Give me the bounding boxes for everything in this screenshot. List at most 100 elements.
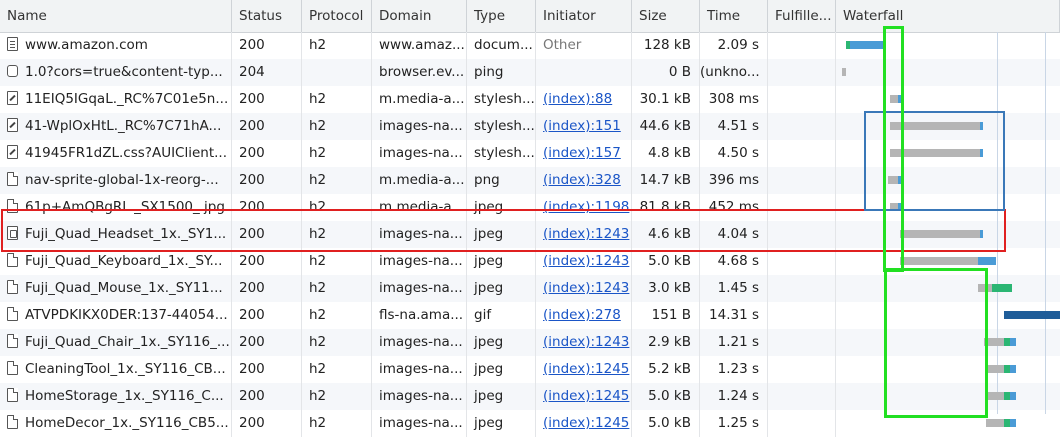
waterfall-bar[interactable] — [1010, 338, 1016, 346]
image-file-icon — [7, 388, 18, 402]
protocol-cell: h2 — [302, 329, 372, 356]
initiator-link[interactable]: (index):157 — [543, 145, 621, 161]
type-cell: stylesh... — [467, 86, 536, 113]
status-cell: 200 — [232, 329, 302, 356]
initiator-cell: (index):1243 — [536, 248, 632, 275]
initiator-cell — [536, 59, 632, 86]
column-header-time[interactable]: Time — [700, 0, 768, 32]
column-header-status[interactable]: Status — [232, 0, 302, 32]
waterfall-bar[interactable] — [1004, 311, 1060, 319]
waterfall-bar[interactable] — [986, 392, 1004, 400]
name-cell: Fuji_Quad_Chair_1x._SY116_... — [0, 329, 232, 356]
size-text: 128 kB — [643, 37, 691, 53]
initiator-link[interactable]: (index):1243 — [543, 253, 629, 269]
initiator-link[interactable]: (index):278 — [543, 307, 621, 323]
initiator-cell: (index):278 — [536, 302, 632, 329]
fulfilled-by-cell — [768, 167, 836, 194]
time-text: 1.45 s — [717, 280, 759, 296]
waterfall-bar[interactable] — [900, 257, 978, 265]
column-header-protocol[interactable]: Protocol — [302, 0, 372, 32]
time-cell: 1.24 s — [700, 383, 768, 410]
name-cell: 41-WplOxHtL._RC%7C71hA... — [0, 113, 232, 140]
type-text: jpeg — [474, 253, 504, 269]
initiator-link[interactable]: (index):151 — [543, 118, 621, 134]
type-cell: stylesh... — [467, 140, 536, 167]
image-file-icon — [7, 334, 18, 348]
initiator-link[interactable]: (index):328 — [543, 172, 621, 188]
waterfall-bar[interactable] — [842, 68, 846, 76]
type-cell: stylesh... — [467, 113, 536, 140]
domain-cell: images-na... — [372, 113, 467, 140]
size-text: 14.7 kB — [639, 172, 691, 188]
type-text: jpeg — [474, 334, 504, 350]
domain-text: fls-na.ama... — [379, 307, 464, 323]
status-cell: 204 — [232, 59, 302, 86]
waterfall-bar[interactable] — [978, 257, 996, 265]
domain-cell: images-na... — [372, 356, 467, 383]
domain-cell: images-na... — [372, 410, 467, 437]
status-text: 200 — [239, 361, 265, 377]
protocol-text: h2 — [309, 37, 327, 53]
time-cell: 1.21 s — [700, 329, 768, 356]
column-header-type[interactable]: Type — [467, 0, 536, 32]
size-text: 44.6 kB — [639, 118, 691, 134]
initiator-link[interactable]: (index):1245 — [543, 361, 629, 377]
name-text: HomeStorage_1x._SY116_C... — [25, 388, 224, 404]
status-cell: 200 — [232, 248, 302, 275]
time-cell: 4.68 s — [700, 248, 768, 275]
status-text: 200 — [239, 415, 265, 431]
type-text: jpeg — [474, 361, 504, 377]
fulfilled-by-cell — [768, 329, 836, 356]
time-cell: 308 ms — [700, 86, 768, 113]
column-header-initiator[interactable]: Initiator — [536, 0, 632, 32]
domain-text: images-na... — [379, 388, 463, 404]
name-text: www.amazon.com — [25, 37, 148, 53]
initiator-link[interactable]: (index):1243 — [543, 280, 629, 296]
time-text: 14.31 s — [709, 307, 759, 323]
fulfilled-by-cell — [768, 410, 836, 437]
initiator-link[interactable]: (index):1243 — [543, 334, 629, 350]
name-text: Fuji_Quad_Mouse_1x._SY11... — [25, 280, 223, 296]
domain-text: images-na... — [379, 415, 463, 431]
type-cell: jpeg — [467, 275, 536, 302]
waterfall-bar[interactable] — [986, 365, 1004, 373]
initiator-cell: (index):1243 — [536, 329, 632, 356]
time-text: (unkno... — [700, 64, 760, 80]
size-text: 4.8 kB — [648, 145, 691, 161]
size-cell: 5.2 kB — [632, 356, 700, 383]
waterfall-bar[interactable] — [1010, 392, 1016, 400]
column-header-name[interactable]: Name — [0, 0, 232, 32]
status-cell: 200 — [232, 302, 302, 329]
column-header-size[interactable]: Size — [632, 0, 700, 32]
column-header-fulfilled-by[interactable]: Fulfille... — [768, 0, 836, 32]
initiator-link[interactable]: (index):1245 — [543, 388, 629, 404]
waterfall-bar[interactable] — [850, 41, 886, 49]
initiator-link[interactable]: (index):1245 — [543, 415, 629, 431]
name-text: 1.0?cors=true&content-typ... — [25, 64, 223, 80]
type-cell: png — [467, 167, 536, 194]
domain-text: m.media-a... — [379, 91, 465, 107]
size-cell: 151 B — [632, 302, 700, 329]
stylesheet-icon — [7, 145, 18, 159]
waterfall-bar[interactable] — [992, 284, 1012, 292]
waterfall-bar[interactable] — [986, 419, 1004, 427]
domain-cell: m.media-a... — [372, 167, 467, 194]
column-header-waterfall[interactable]: Waterfall — [836, 0, 1060, 32]
type-text: stylesh... — [474, 145, 535, 161]
fulfilled-by-cell — [768, 86, 836, 113]
name-cell: 11EIQ5IGqaL._RC%7C01e5n... — [0, 86, 232, 113]
column-header-domain[interactable]: Domain — [372, 0, 467, 32]
protocol-cell: h2 — [302, 356, 372, 383]
highlight-red-box — [1, 209, 1006, 252]
image-file-icon — [7, 415, 18, 429]
status-text: 200 — [239, 37, 265, 53]
waterfall-bar[interactable] — [1010, 365, 1016, 373]
domain-cell: www.amaz... — [372, 32, 467, 59]
protocol-cell — [302, 59, 372, 86]
status-text: 200 — [239, 145, 265, 161]
waterfall-bar[interactable] — [1010, 419, 1016, 427]
initiator-cell: (index):1245 — [536, 410, 632, 437]
domain-text: images-na... — [379, 361, 463, 377]
name-cell: www.amazon.com — [0, 32, 232, 59]
initiator-link[interactable]: (index):88 — [543, 91, 612, 107]
